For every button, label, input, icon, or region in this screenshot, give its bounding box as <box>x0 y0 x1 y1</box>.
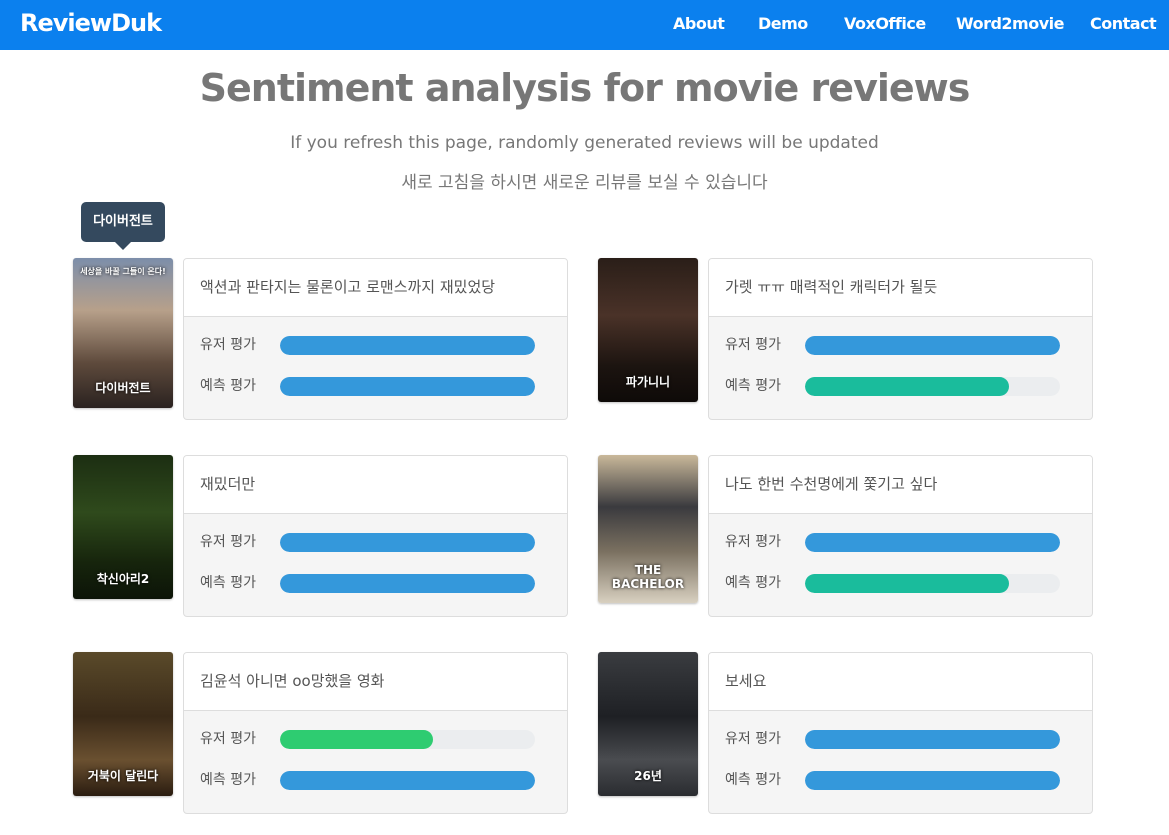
predicted-rating-label: 예측 평가 <box>200 575 256 591</box>
user-rating-fill <box>280 730 433 749</box>
movie-poster[interactable]: 파가니니 <box>598 258 698 402</box>
predicted-rating-fill <box>280 377 535 396</box>
user-rating-fill <box>280 336 535 355</box>
review-text: 김윤석 아니면 oo망했을 영화 <box>184 653 567 711</box>
predicted-rating-bar <box>805 574 1060 593</box>
nav-link-contact[interactable]: Contact <box>1090 14 1157 33</box>
review-text: 보세요 <box>709 653 1092 711</box>
brand-logo[interactable]: ReviewDuk <box>20 9 162 37</box>
predicted-rating-label: 예측 평가 <box>200 772 256 788</box>
user-rating-bar <box>805 336 1060 355</box>
navbar: ReviewDuk About Demo VoxOffice Word2movi… <box>0 0 1169 50</box>
review-item: 거북이 달린다 김윤석 아니면 oo망했을 영화유저 평가예측 평가 <box>73 652 568 814</box>
poster-tagline: 세상을 바꿀 그들이 온다! <box>80 267 166 276</box>
user-rating-label: 유저 평가 <box>200 731 256 747</box>
review-item: 파가니니 가렛 ㅠㅠ 매력적인 캐릭터가 될듯유저 평가예측 평가 <box>598 258 1093 420</box>
review-item: 세상을 바꿀 그들이 온다! 다이버전트 액션과 판타지는 물론이고 로맨스까지 재… <box>73 258 568 420</box>
user-rating-label: 유저 평가 <box>725 534 781 550</box>
user-rating-row: 유저 평가 <box>725 729 1085 749</box>
predicted-rating-row: 예측 평가 <box>725 770 1085 790</box>
review-card: 보세요유저 평가예측 평가 <box>708 652 1093 814</box>
review-text: 재밌더만 <box>184 456 567 514</box>
user-rating-fill <box>280 533 535 552</box>
user-rating-row: 유저 평가 <box>200 335 560 355</box>
movie-poster[interactable]: 착신아리2 <box>73 455 173 599</box>
poster-tooltip: 다이버전트 <box>81 202 165 250</box>
nav-link-voxoffice[interactable]: VoxOffice <box>844 14 926 33</box>
movie-poster[interactable]: 거북이 달린다 <box>73 652 173 796</box>
predicted-rating-bar <box>280 771 535 790</box>
user-rating-bar <box>805 730 1060 749</box>
user-rating-row: 유저 평가 <box>725 335 1085 355</box>
review-card: 가렛 ㅠㅠ 매력적인 캐릭터가 될듯유저 평가예측 평가 <box>708 258 1093 420</box>
predicted-rating-row: 예측 평가 <box>200 770 560 790</box>
predicted-rating-label: 예측 평가 <box>200 378 256 394</box>
subtitle-korean: 새로 고침을 하시면 새로운 리뷰를 보실 수 있습니다 <box>401 173 768 193</box>
review-text: 가렛 ㅠㅠ 매력적인 캐릭터가 될듯 <box>709 259 1092 317</box>
predicted-rating-row: 예측 평가 <box>725 376 1085 396</box>
nav-link-about[interactable]: About <box>673 14 725 33</box>
poster-title: 파가니니 <box>625 375 671 389</box>
predicted-rating-fill <box>805 771 1060 790</box>
nav-link-word2movie[interactable]: Word2movie <box>956 14 1064 33</box>
predicted-rating-row: 예측 평가 <box>200 376 560 396</box>
poster-title: 26년 <box>634 769 662 783</box>
review-card: 액션과 판타지는 물론이고 로맨스까지 재밌었당유저 평가예측 평가 <box>183 258 568 420</box>
user-rating-bar <box>280 730 535 749</box>
predicted-rating-fill <box>805 574 1009 593</box>
user-rating-row: 유저 평가 <box>200 729 560 749</box>
predicted-rating-bar <box>280 377 535 396</box>
user-rating-bar <box>280 533 535 552</box>
user-rating-label: 유저 평가 <box>200 534 256 550</box>
user-rating-label: 유저 평가 <box>725 731 781 747</box>
user-rating-row: 유저 평가 <box>200 532 560 552</box>
movie-poster[interactable]: 26년 <box>598 652 698 796</box>
review-card: 김윤석 아니면 oo망했을 영화유저 평가예측 평가 <box>183 652 568 814</box>
user-rating-label: 유저 평가 <box>200 337 256 353</box>
user-rating-fill <box>805 730 1060 749</box>
review-text: 나도 한번 수천명에게 쫓기고 싶다 <box>709 456 1092 514</box>
user-rating-fill <box>805 533 1060 552</box>
movie-poster[interactable]: THE BACHELOR <box>598 455 698 603</box>
predicted-rating-fill <box>280 771 535 790</box>
poster-title: THE BACHELOR <box>611 563 685 591</box>
predicted-rating-label: 예측 평가 <box>725 575 781 591</box>
predicted-rating-bar <box>805 377 1060 396</box>
user-rating-row: 유저 평가 <box>725 532 1085 552</box>
user-rating-bar <box>280 336 535 355</box>
predicted-rating-row: 예측 평가 <box>200 573 560 593</box>
review-card: 나도 한번 수천명에게 쫓기고 싶다유저 평가예측 평가 <box>708 455 1093 617</box>
predicted-rating-label: 예측 평가 <box>725 378 781 394</box>
user-rating-bar <box>805 533 1060 552</box>
predicted-rating-label: 예측 평가 <box>725 772 781 788</box>
review-card: 재밌더만유저 평가예측 평가 <box>183 455 568 617</box>
review-item: 착신아리2 재밌더만유저 평가예측 평가 <box>73 455 568 617</box>
predicted-rating-bar <box>280 574 535 593</box>
page-title: Sentiment analysis for movie reviews <box>199 66 971 110</box>
movie-poster[interactable]: 세상을 바꿀 그들이 온다! 다이버전트 <box>73 258 173 408</box>
review-item: 26년 보세요유저 평가예측 평가 <box>598 652 1093 814</box>
subtitle-english: If you refresh this page, randomly gener… <box>290 133 879 153</box>
poster-title: 다이버전트 <box>95 381 151 395</box>
predicted-rating-fill <box>280 574 535 593</box>
user-rating-fill <box>805 336 1060 355</box>
nav-link-demo[interactable]: Demo <box>758 14 808 33</box>
review-text: 액션과 판타지는 물론이고 로맨스까지 재밌었당 <box>184 259 567 317</box>
user-rating-label: 유저 평가 <box>725 337 781 353</box>
review-item: THE BACHELOR 나도 한번 수천명에게 쫓기고 싶다유저 평가예측 평가 <box>598 455 1093 617</box>
poster-title: 거북이 달린다 <box>87 769 159 783</box>
predicted-rating-bar <box>805 771 1060 790</box>
poster-title: 착신아리2 <box>96 572 150 586</box>
predicted-rating-row: 예측 평가 <box>725 573 1085 593</box>
predicted-rating-fill <box>805 377 1009 396</box>
